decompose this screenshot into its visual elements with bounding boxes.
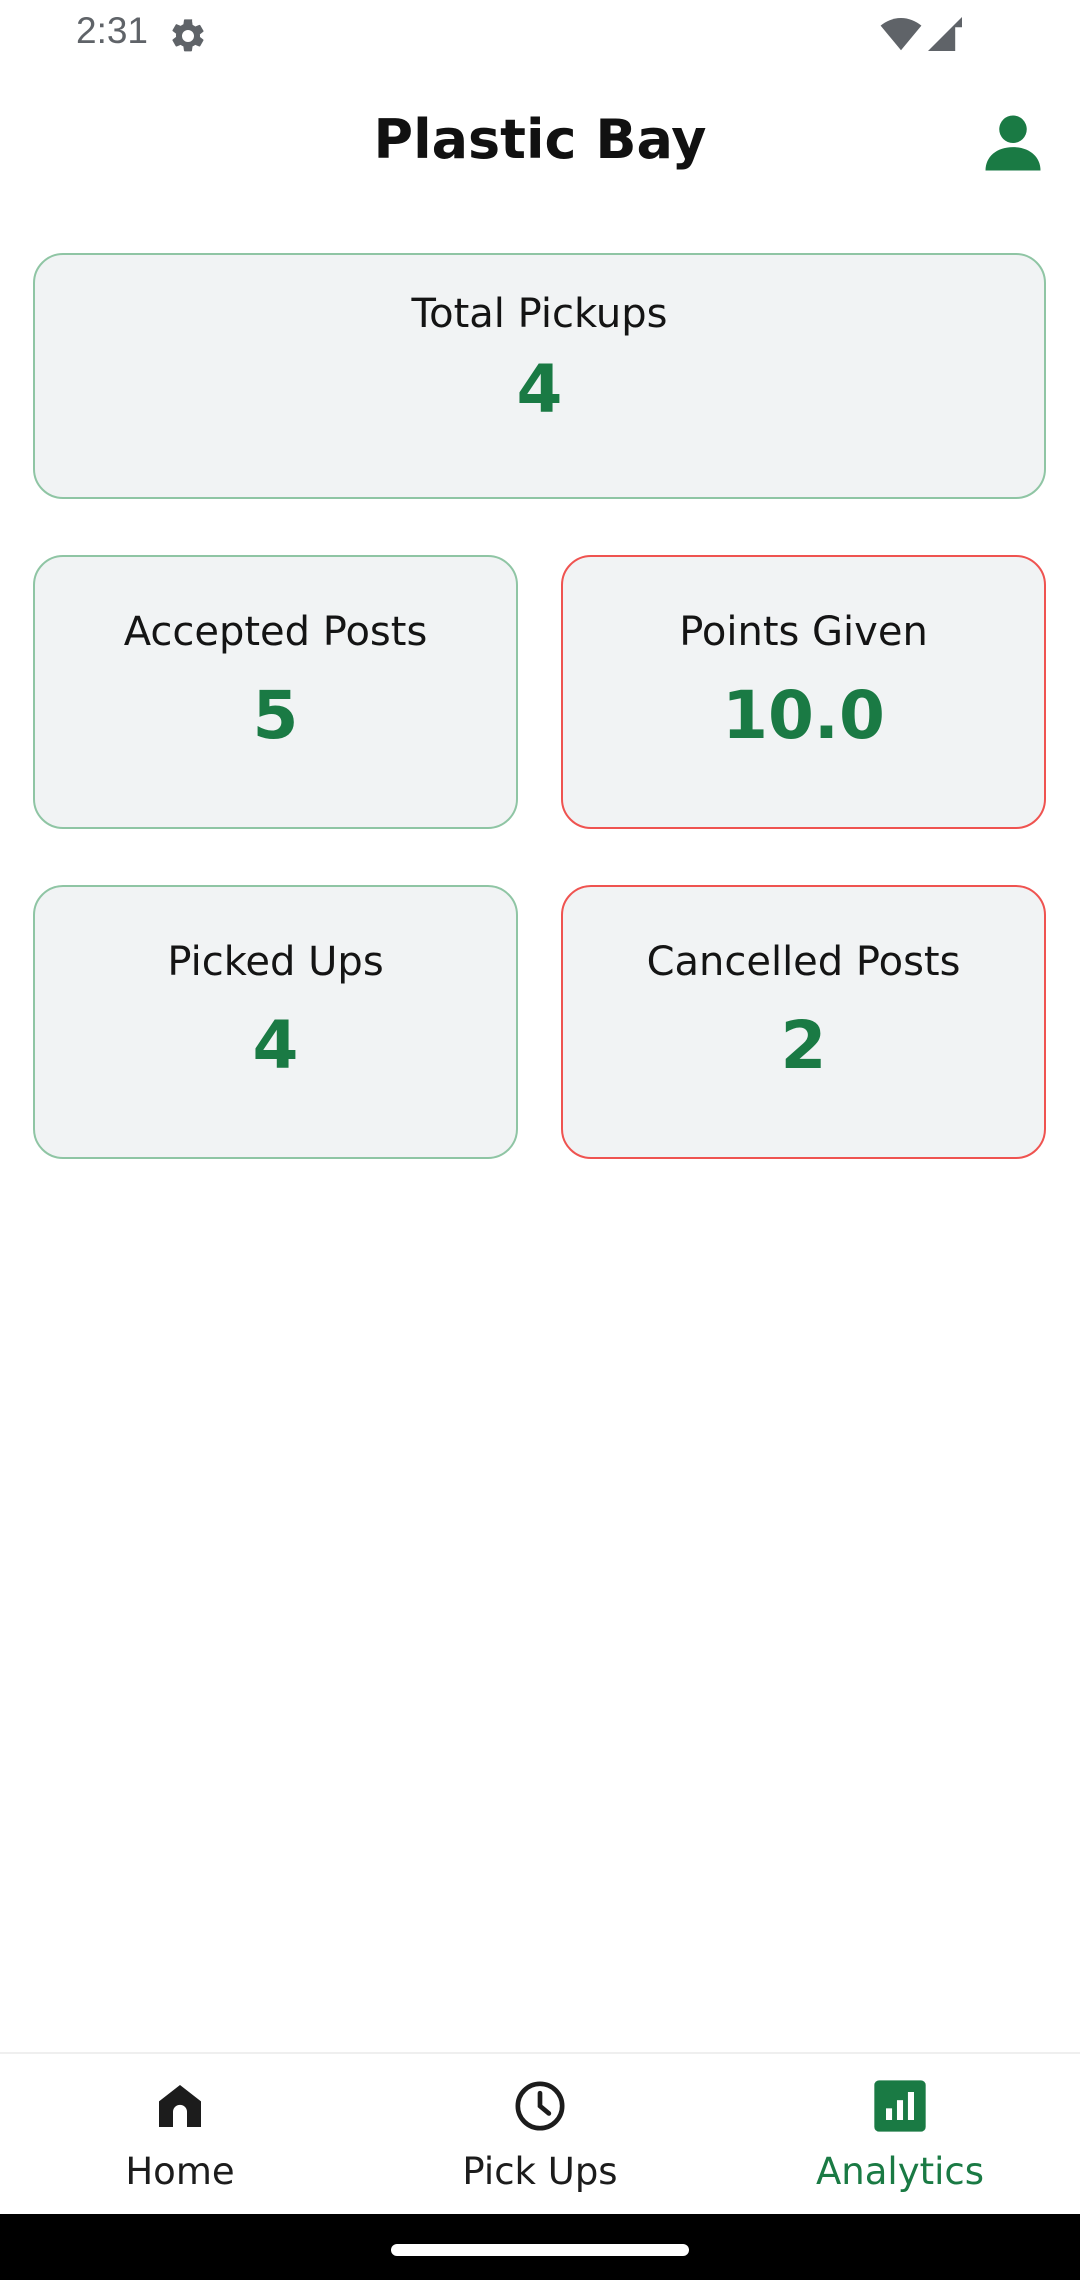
clock-icon (515, 2081, 565, 2131)
cell-signal-icon (928, 17, 962, 51)
points-given-label: Points Given (679, 609, 928, 655)
nav-item-pick-ups[interactable]: Pick Ups (360, 2054, 720, 2216)
page-title: Plastic Bay (373, 108, 707, 171)
nav-label-pick-ups: Pick Ups (462, 2150, 618, 2193)
nav-label-home: Home (125, 2150, 235, 2193)
settings-gear-icon (172, 19, 204, 52)
analytics-icon (874, 2080, 926, 2132)
cancelled-posts-value: 2 (780, 1007, 827, 1084)
wifi-icon (880, 18, 922, 51)
gesture-handle[interactable] (391, 2244, 689, 2256)
accepted-posts-label: Accepted Posts (123, 609, 428, 655)
home-icon (159, 2085, 201, 2127)
total-pickups-value: 4 (516, 351, 563, 428)
picked-ups-value: 4 (252, 1007, 299, 1084)
app-bar: Plastic Bay (0, 80, 1080, 206)
accepted-posts-value: 5 (252, 677, 299, 754)
status-bar: 2:31 (0, 0, 1080, 70)
accepted-posts-card: Accepted Posts 5 (33, 555, 518, 829)
picked-ups-label: Picked Ups (167, 939, 384, 985)
nav-label-analytics: Analytics (815, 2150, 985, 2193)
cancelled-posts-card: Cancelled Posts 2 (561, 885, 1046, 1159)
nav-item-analytics[interactable]: Analytics (720, 2054, 1080, 2216)
profile-icon[interactable] (980, 110, 1046, 176)
points-given-value: 10.0 (722, 677, 885, 754)
nav-item-home[interactable]: Home (0, 2054, 360, 2216)
status-time: 2:31 (76, 10, 149, 51)
total-pickups-label: Total Pickups (411, 291, 668, 337)
picked-ups-card: Picked Ups 4 (33, 885, 518, 1159)
system-gesture-bar (0, 2214, 1080, 2280)
cancelled-posts-label: Cancelled Posts (646, 939, 961, 985)
points-given-card: Points Given 10.0 (561, 555, 1046, 829)
analytics-screen: 2:31 Plastic Bay Total Pickups 4 Accepte… (0, 0, 1080, 2280)
total-pickups-card: Total Pickups 4 (33, 253, 1046, 499)
bottom-navigation: Home Pick Ups Analytics (0, 2052, 1080, 2214)
